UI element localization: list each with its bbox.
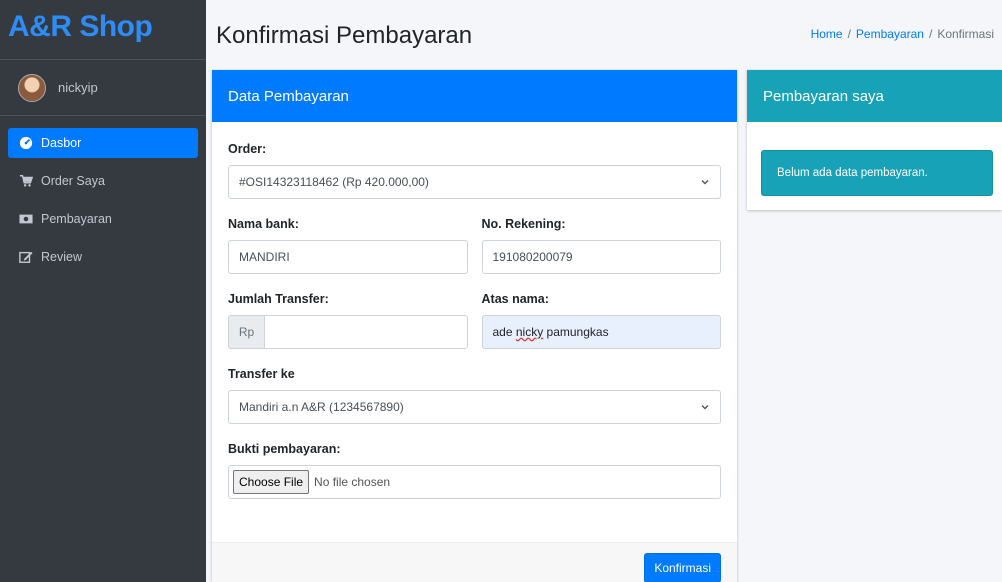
breadcrumb: Home / Pembayaran / Konfirmasi: [811, 27, 994, 41]
bank-name-input[interactable]: MANDIRI: [228, 240, 468, 274]
jumlah-input-group: Rp: [228, 315, 468, 349]
bank-name-value: MANDIRI: [239, 250, 290, 264]
atas-nama-spellcheck: nicky: [515, 325, 544, 339]
rekening-value: 191080200079: [492, 250, 573, 264]
side-card-title: Pembayaran saya: [747, 70, 1002, 122]
sidebar-item-label: Pembayaran: [41, 212, 112, 226]
sidebar-item-pembayaran[interactable]: Pembayaran: [8, 204, 198, 234]
sidebar-item-order-saya[interactable]: Order Saya: [8, 166, 198, 196]
bank-label: Nama bank:: [228, 217, 299, 231]
breadcrumb-pembayaran[interactable]: Pembayaran: [856, 27, 924, 41]
sidebar-item-label: Dasbor: [41, 136, 82, 150]
order-label: Order:: [228, 142, 267, 156]
card-footer: Konfirmasi: [212, 542, 737, 582]
bank-row: Nama bank: MANDIRI No. Rekening: 1910802…: [228, 217, 721, 274]
sidebar-item-review[interactable]: Review: [8, 242, 198, 272]
transfer-ke-group: Transfer ke Mandiri a.n A&R (1234567890): [228, 367, 721, 424]
rekening-group: No. Rekening: 191080200079: [481, 217, 721, 274]
file-status: No file chosen: [314, 475, 391, 489]
breadcrumb-separator: /: [928, 27, 933, 41]
my-payments-card: Pembayaran saya Belum ada data pembayara…: [747, 70, 1002, 210]
order-select[interactable]: #OSI14323118462 (Rp 420.000,00): [228, 165, 721, 199]
jumlah-label: Jumlah Transfer:: [228, 292, 329, 306]
page-title: Konfirmasi Pembayaran: [216, 22, 473, 49]
order-select-value: #OSI14323118462 (Rp 420.000,00): [239, 175, 429, 189]
dashboard-icon: [19, 136, 33, 150]
money-icon: [19, 214, 33, 224]
chevron-down-icon: [701, 180, 709, 185]
brand-logo-text[interactable]: A&R Shop: [8, 10, 153, 43]
sidebar-nav: Dasbor Order Saya Pembayaran Review: [0, 116, 206, 272]
jumlah-transfer-input[interactable]: [264, 315, 468, 349]
choose-file-button[interactable]: Choose File: [233, 470, 310, 494]
card-body: Order: #OSI14323118462 (Rp 420.000,00) N…: [212, 122, 737, 499]
bank-group: Nama bank: MANDIRI: [228, 217, 468, 274]
atas-nama-input[interactable]: ade nicky pamungkas: [481, 315, 721, 349]
breadcrumb-separator: /: [847, 27, 851, 41]
edit-icon: [19, 251, 33, 263]
currency-prefix: Rp: [228, 315, 264, 349]
rekening-input[interactable]: 191080200079: [481, 240, 721, 274]
breadcrumb-home[interactable]: Home: [811, 27, 843, 41]
konfirmasi-button[interactable]: Konfirmasi: [644, 553, 721, 582]
sidebar: A&R Shop nickyip Dasbor Order Saya Pemba…: [0, 0, 206, 582]
brand[interactable]: A&R Shop: [0, 0, 206, 60]
user-panel[interactable]: nickyip: [0, 60, 206, 116]
breadcrumb-current: Konfirmasi: [937, 27, 994, 41]
atas-nama-label: Atas nama:: [481, 292, 549, 306]
chevron-down-icon: [701, 405, 709, 410]
avatar[interactable]: [18, 73, 46, 102]
card-title: Data Pembayaran: [212, 70, 737, 122]
bukti-group: Bukti pembayaran: Choose File No file ch…: [228, 442, 721, 499]
rekening-label: No. Rekening:: [481, 217, 566, 231]
atas-nama-value: ade nicky pamungkas: [493, 325, 609, 339]
order-group: Order: #OSI14323118462 (Rp 420.000,00): [228, 142, 721, 199]
atas-nama-part2: pamungkas: [543, 325, 609, 339]
empty-payments-alert: Belum ada data pembayaran.: [761, 150, 993, 196]
payment-form-card: Data Pembayaran Order: #OSI14323118462 (…: [212, 70, 737, 582]
user-name[interactable]: nickyip: [58, 80, 98, 95]
transfer-ke-value: Mandiri a.n A&R (1234567890): [239, 400, 404, 414]
transfer-ke-label: Transfer ke: [228, 367, 295, 381]
transfer-row: Jumlah Transfer: Rp Atas nama: ade nicky…: [228, 292, 721, 349]
atas-nama-part1: ade: [492, 325, 516, 339]
transfer-ke-select[interactable]: Mandiri a.n A&R (1234567890): [228, 390, 721, 424]
cart-icon: [19, 175, 33, 187]
sidebar-item-label: Review: [41, 250, 82, 264]
sidebar-item-label: Order Saya: [41, 174, 105, 188]
sidebar-item-dasbor[interactable]: Dasbor: [8, 128, 198, 158]
bukti-file-input[interactable]: Choose File No file chosen: [228, 465, 721, 499]
atas-nama-group: Atas nama: ade nicky pamungkas: [481, 292, 721, 349]
jumlah-group: Jumlah Transfer: Rp: [228, 292, 468, 349]
bukti-label: Bukti pembayaran:: [228, 442, 341, 456]
